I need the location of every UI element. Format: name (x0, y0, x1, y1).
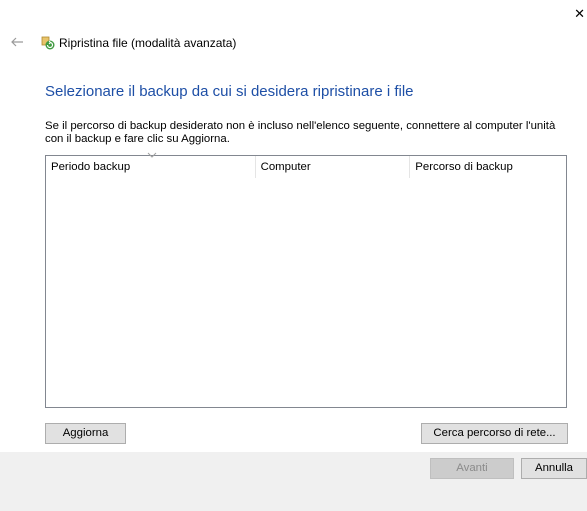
column-header-backup-location[interactable]: Percorso di backup (410, 156, 566, 178)
page-heading: Selezionare il backup da cui si desidera… (45, 83, 414, 100)
column-label: Periodo backup (51, 161, 131, 173)
list-header: Periodo backup Computer Percorso di back… (46, 152, 566, 178)
column-label: Percorso di backup (415, 161, 513, 173)
close-button[interactable]: ✕ (567, 0, 587, 28)
search-network-location-button[interactable]: Cerca percorso di rete... (421, 423, 568, 444)
window-title: Ripristina file (modalità avanzata) (59, 36, 237, 50)
instructions-text: Se il percorso di backup desiderato non … (45, 120, 556, 145)
cancel-button[interactable]: Annulla (521, 458, 587, 479)
back-arrow-icon[interactable] (9, 34, 25, 50)
column-label: Computer (260, 161, 311, 173)
sort-descending-icon (147, 152, 157, 158)
close-icon[interactable]: ✕ (574, 6, 585, 21)
list-body[interactable] (46, 178, 566, 407)
refresh-button[interactable]: Aggiorna (45, 423, 126, 444)
next-button[interactable]: Avanti (430, 458, 514, 479)
backup-list[interactable]: Periodo backup Computer Percorso di back… (45, 152, 567, 408)
restore-files-window: ✕ Ripristina file (modalità avanzata) Se… (0, 0, 587, 511)
title-bar: Ripristina file (modalità avanzata) (0, 32, 587, 54)
restore-files-icon (41, 36, 55, 50)
column-header-computer[interactable]: Computer (256, 156, 411, 178)
column-header-backup-period[interactable]: Periodo backup (46, 152, 256, 178)
